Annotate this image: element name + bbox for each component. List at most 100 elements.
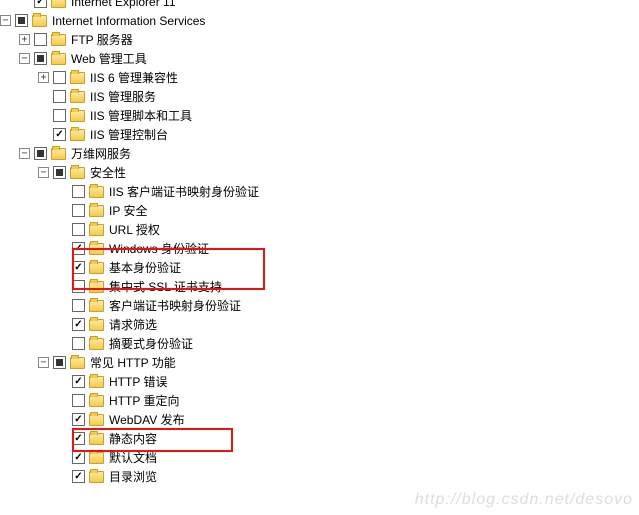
feature-tree: Internet Explorer 11 − Internet Informatio… bbox=[0, 0, 639, 486]
checkbox[interactable] bbox=[72, 451, 85, 464]
expand-minus-icon[interactable]: − bbox=[19, 148, 30, 159]
checkbox[interactable] bbox=[72, 337, 85, 350]
tree-item-label: 万维网服务 bbox=[71, 145, 131, 162]
tree-row[interactable]: 客户端证书映射身份验证 bbox=[0, 296, 639, 315]
tree-row[interactable]: IIS 管理脚本和工具 bbox=[0, 106, 639, 125]
folder-icon bbox=[89, 262, 104, 274]
folder-icon bbox=[89, 319, 104, 331]
tree-item-label: Internet Information Services bbox=[52, 14, 205, 28]
tree-row[interactable]: IIS 客户端证书映射身份验证 bbox=[0, 182, 639, 201]
checkbox[interactable] bbox=[72, 242, 85, 255]
folder-icon bbox=[70, 167, 85, 179]
checkbox[interactable] bbox=[53, 356, 66, 369]
folder-icon bbox=[51, 53, 66, 65]
tree-row[interactable]: −常见 HTTP 功能 bbox=[0, 353, 639, 372]
expand-minus-icon[interactable]: − bbox=[38, 357, 49, 368]
tree-row[interactable]: 默认文档 bbox=[0, 448, 639, 467]
expand-minus-icon[interactable]: − bbox=[19, 53, 30, 64]
folder-icon bbox=[89, 414, 104, 426]
expand-minus-icon[interactable]: − bbox=[0, 15, 11, 26]
folder-icon bbox=[89, 376, 104, 388]
checkbox[interactable] bbox=[72, 185, 85, 198]
folder-icon bbox=[89, 243, 104, 255]
tree-item-label: 静态内容 bbox=[109, 430, 157, 447]
folder-icon bbox=[70, 357, 85, 369]
expand-plus-icon[interactable]: + bbox=[38, 72, 49, 83]
tree-row[interactable]: − Web 管理工具 bbox=[0, 49, 639, 68]
tree-item-label: 客户端证书映射身份验证 bbox=[109, 297, 241, 314]
tree-item-label: Web 管理工具 bbox=[71, 50, 147, 67]
folder-icon bbox=[89, 338, 104, 350]
tree-item-label: URL 授权 bbox=[109, 221, 160, 238]
tree-row[interactable]: + IIS 6 管理兼容性 bbox=[0, 68, 639, 87]
tree-row[interactable]: − Internet Information Services bbox=[0, 11, 639, 30]
checkbox[interactable] bbox=[72, 223, 85, 236]
tree-row[interactable]: HTTP 重定向 bbox=[0, 391, 639, 410]
tree-item-label: WebDAV 发布 bbox=[109, 411, 185, 428]
folder-icon bbox=[51, 0, 66, 8]
tree-item-label: HTTP 错误 bbox=[109, 373, 167, 390]
expand-plus-icon[interactable]: + bbox=[19, 34, 30, 45]
tree-row[interactable]: − 万维网服务 bbox=[0, 144, 639, 163]
tree-row[interactable]: HTTP 错误 bbox=[0, 372, 639, 391]
checkbox[interactable] bbox=[15, 14, 28, 27]
tree-row[interactable]: 摘要式身份验证 bbox=[0, 334, 639, 353]
folder-icon bbox=[32, 15, 47, 27]
tree-row[interactable]: + FTP 服务器 bbox=[0, 30, 639, 49]
checkbox[interactable] bbox=[72, 299, 85, 312]
tree-row[interactable]: IIS 管理服务 bbox=[0, 87, 639, 106]
checkbox[interactable] bbox=[72, 375, 85, 388]
folder-icon bbox=[89, 452, 104, 464]
checkbox[interactable] bbox=[72, 394, 85, 407]
tree-item-label: 目录浏览 bbox=[109, 468, 157, 485]
tree-row[interactable]: 静态内容 bbox=[0, 429, 639, 448]
checkbox[interactable] bbox=[34, 147, 47, 160]
folder-icon bbox=[89, 300, 104, 312]
tree-row[interactable]: 请求筛选 bbox=[0, 315, 639, 334]
tree-row[interactable]: IP 安全 bbox=[0, 201, 639, 220]
checkbox[interactable] bbox=[34, 33, 47, 46]
checkbox[interactable] bbox=[53, 109, 66, 122]
checkbox[interactable] bbox=[72, 204, 85, 217]
tree-row[interactable]: Windows 身份验证 bbox=[0, 239, 639, 258]
folder-icon bbox=[89, 471, 104, 483]
tree-row[interactable]: 基本身份验证 bbox=[0, 258, 639, 277]
tree-item-label: IIS 客户端证书映射身份验证 bbox=[109, 183, 259, 200]
tree-item-label: IIS 管理服务 bbox=[90, 88, 156, 105]
tree-row[interactable]: URL 授权 bbox=[0, 220, 639, 239]
tree-row[interactable]: WebDAV 发布 bbox=[0, 410, 639, 429]
checkbox[interactable] bbox=[72, 318, 85, 331]
tree-item-label: Windows 身份验证 bbox=[109, 240, 209, 257]
checkbox[interactable] bbox=[34, 0, 47, 8]
tree-item-label: 请求筛选 bbox=[109, 316, 157, 333]
folder-icon bbox=[89, 281, 104, 293]
checkbox[interactable] bbox=[72, 470, 85, 483]
tree-item-label: IIS 管理脚本和工具 bbox=[90, 107, 192, 124]
tree-row[interactable]: 集中式 SSL 证书支持 bbox=[0, 277, 639, 296]
watermark-text: http://blog.csdn.net/desovo bbox=[415, 491, 633, 509]
tree-item-label: IIS 管理控制台 bbox=[90, 126, 168, 143]
folder-icon bbox=[70, 91, 85, 103]
folder-icon bbox=[89, 433, 104, 445]
checkbox[interactable] bbox=[53, 90, 66, 103]
tree-item-label: HTTP 重定向 bbox=[109, 392, 179, 409]
tree-row[interactable]: −安全性 bbox=[0, 163, 639, 182]
tree-row[interactable]: Internet Explorer 11 bbox=[0, 0, 639, 11]
tree-item-label: IIS 6 管理兼容性 bbox=[90, 69, 178, 86]
expand-minus-icon[interactable]: − bbox=[38, 167, 49, 178]
checkbox[interactable] bbox=[72, 413, 85, 426]
checkbox[interactable] bbox=[53, 166, 66, 179]
checkbox[interactable] bbox=[72, 261, 85, 274]
checkbox[interactable] bbox=[34, 52, 47, 65]
checkbox[interactable] bbox=[72, 280, 85, 293]
tree-item-label: Internet Explorer 11 bbox=[71, 0, 176, 9]
folder-icon bbox=[89, 186, 104, 198]
tree-item-label: FTP 服务器 bbox=[71, 31, 133, 48]
tree-item-label: 基本身份验证 bbox=[109, 259, 181, 276]
checkbox[interactable] bbox=[53, 71, 66, 84]
tree-row[interactable]: IIS 管理控制台 bbox=[0, 125, 639, 144]
folder-icon bbox=[51, 34, 66, 46]
checkbox[interactable] bbox=[72, 432, 85, 445]
tree-row[interactable]: 目录浏览 bbox=[0, 467, 639, 486]
checkbox[interactable] bbox=[53, 128, 66, 141]
